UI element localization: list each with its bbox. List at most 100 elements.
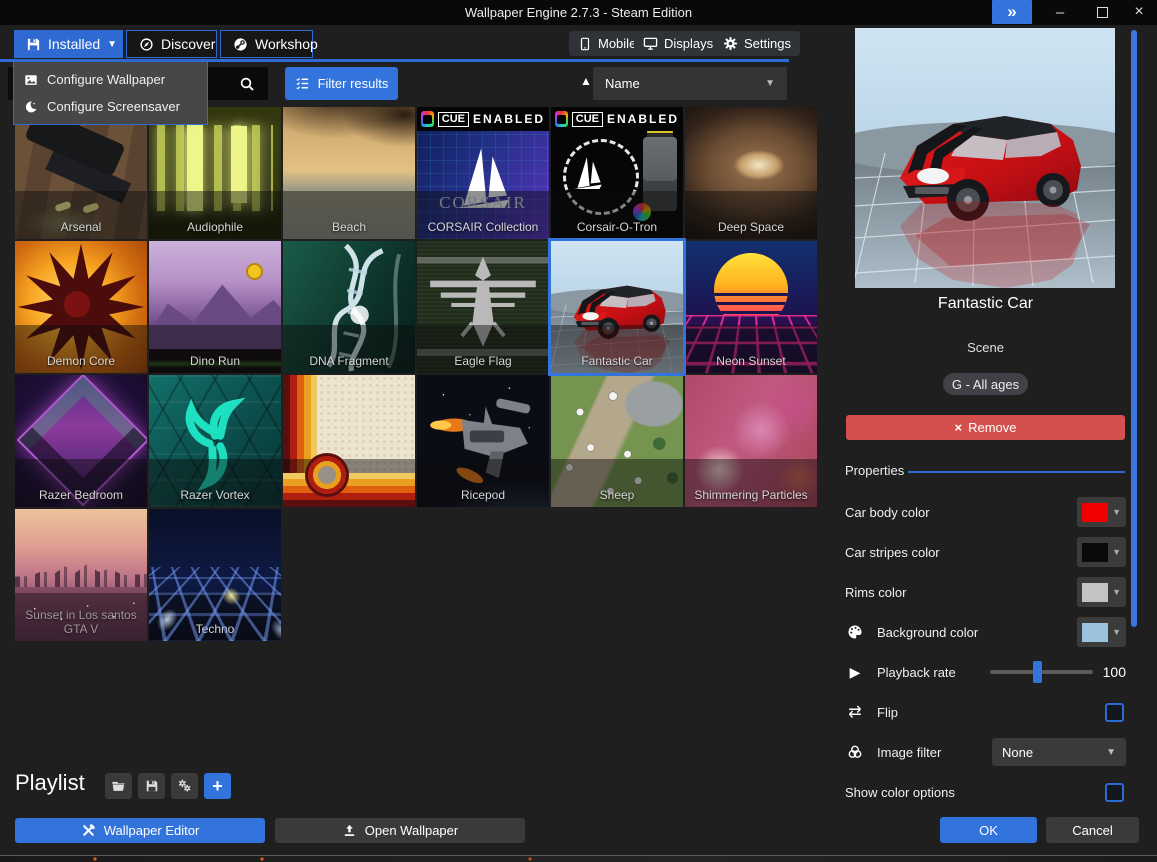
- wallpaper-tile-techno[interactable]: Techno: [149, 509, 281, 641]
- filter-results-button[interactable]: Filter results: [285, 67, 398, 100]
- filter-circles-icon: [845, 744, 865, 760]
- installed-dropdown-menu: Configure Wallpaper Configure Screensave…: [13, 62, 208, 125]
- cue-enabled-banner: CUEENABLED: [551, 107, 683, 131]
- tab-installed[interactable]: Installed ▼: [14, 30, 123, 58]
- property-row-rims-color: Rims color▼: [845, 572, 1126, 612]
- tile-title: Ricepod: [419, 488, 547, 502]
- remove-button[interactable]: × Remove: [846, 415, 1125, 440]
- wallpaper-tile-corsair-collection[interactable]: CORSAIRCUEENABLEDCORSAIR Collection: [417, 107, 549, 239]
- wallpaper-preview: [855, 28, 1115, 288]
- tile-title: Techno: [151, 622, 279, 636]
- sort-by-select[interactable]: Name ▼: [593, 67, 787, 100]
- tile-shade: [283, 459, 415, 507]
- wallpaper-tile-neon-sunset[interactable]: Neon Sunset: [685, 241, 817, 373]
- open-playlist-button[interactable]: [105, 773, 132, 799]
- property-row-car-body-color: Car body color ▼: [845, 492, 1126, 532]
- color-swatch-control[interactable]: ▼: [1077, 617, 1126, 647]
- detail-title: Fantastic Car: [845, 295, 1126, 313]
- image-filter-select[interactable]: None▼: [992, 738, 1126, 766]
- caret-down-icon: ▼: [1112, 507, 1121, 517]
- tile-title: Deep Space: [687, 220, 815, 234]
- collapse-panel-button[interactable]: »: [992, 0, 1032, 24]
- monitor-icon: [643, 36, 658, 51]
- wallpaper-tile-corsair-o-tron[interactable]: CUEENABLED Corsair-O-Tron: [551, 107, 683, 239]
- properties-heading: Properties: [845, 463, 904, 478]
- open-wallpaper-button[interactable]: Open Wallpaper: [275, 818, 525, 843]
- checkbox[interactable]: [1105, 783, 1124, 802]
- save-playlist-button[interactable]: [138, 773, 165, 799]
- tile-title: Audiophile: [151, 220, 279, 234]
- icue-logo-icon: [555, 111, 568, 127]
- caret-down-icon: ▼: [1112, 587, 1121, 597]
- property-row-playback-rate: ▶Playback rate100: [845, 652, 1126, 692]
- wallpaper-tile-retro[interactable]: Retro: [283, 375, 415, 507]
- settings-button[interactable]: Settings: [714, 31, 800, 56]
- floppy-icon: [26, 37, 41, 52]
- caret-down-icon: ▼: [107, 39, 117, 50]
- gear-icon: [723, 36, 738, 51]
- slider-handle[interactable]: [1033, 661, 1042, 683]
- wallpaper-tile-razer-bedroom[interactable]: Razer Bedroom: [15, 375, 147, 507]
- wallpaper-tile-eagle-flag[interactable]: Eagle Flag: [417, 241, 549, 373]
- rating-badge: G - All ages: [943, 373, 1028, 395]
- steam-icon: [233, 37, 248, 52]
- wallpaper-tile-beach[interactable]: Beach: [283, 107, 415, 239]
- color-swatch-control[interactable]: ▼: [1077, 497, 1126, 527]
- tile-title: Arsenal: [17, 220, 145, 234]
- caret-down-icon: ▼: [765, 78, 775, 89]
- wallpaper-tile-dino-run[interactable]: Dino Run: [149, 241, 281, 373]
- tools-icon: [81, 823, 96, 838]
- tile-title: Corsair-O-Tron: [553, 220, 681, 234]
- search-icon: [239, 76, 255, 92]
- menu-item-configure-wallpaper[interactable]: Configure Wallpaper: [14, 66, 207, 93]
- compass-icon: [139, 37, 154, 52]
- maximize-button[interactable]: [1084, 0, 1120, 24]
- color-swatch: [1082, 503, 1108, 522]
- tile-title: DNA Fragment: [285, 354, 413, 368]
- wallpaper-tile-deep-space[interactable]: Deep Space: [685, 107, 817, 239]
- wallpaper-tile-sunset-in-los-santos[interactable]: Sunset in Los santos GTA V: [15, 509, 147, 641]
- displays-button[interactable]: Displays: [634, 31, 722, 56]
- menu-item-configure-screensaver[interactable]: Configure Screensaver: [14, 93, 207, 120]
- wallpaper-tile-demon-core[interactable]: Demon Core: [15, 241, 147, 373]
- color-swatch-control[interactable]: ▼: [1077, 537, 1126, 567]
- wallpaper-tile-audiophile[interactable]: Audiophile: [149, 107, 281, 239]
- panel-scrollbar-thumb[interactable]: [1131, 30, 1137, 627]
- playlist-settings-button[interactable]: [171, 773, 198, 799]
- wallpaper-editor-button[interactable]: Wallpaper Editor: [15, 818, 265, 843]
- property-label: Playback rate: [877, 665, 956, 680]
- upload-icon: [342, 823, 357, 838]
- palette-icon: [845, 624, 865, 640]
- property-label: Car body color: [845, 505, 930, 520]
- color-swatch-control[interactable]: ▼: [1077, 577, 1126, 607]
- properties-divider: [908, 471, 1125, 473]
- flip-arrows-icon: ⇄: [845, 702, 865, 722]
- tile-title: CORSAIR Collection: [419, 220, 547, 234]
- minimize-button[interactable]: –: [1042, 0, 1078, 24]
- color-swatch: [1082, 543, 1108, 562]
- wallpaper-tile-ricepod[interactable]: Ricepod: [417, 375, 549, 507]
- wallpaper-tile-fantastic-car[interactable]: Fantastic Car: [551, 241, 683, 373]
- property-label: Image filter: [877, 745, 941, 760]
- tab-workshop[interactable]: Workshop: [220, 30, 313, 58]
- wallpaper-tile-razer-vortex[interactable]: Razer Vortex: [149, 375, 281, 507]
- tile-title: Sheep: [553, 488, 681, 502]
- checkbox[interactable]: [1105, 703, 1124, 722]
- search-button[interactable]: [230, 71, 264, 96]
- sort-ascending-icon: ▲: [580, 74, 592, 88]
- wallpaper-tile-arsenal[interactable]: Arsenal: [15, 107, 147, 239]
- app-window: Wallpaper Engine 2.7.3 - Steam Edition »…: [0, 0, 1157, 856]
- wallpaper-tile-shimmering-particles[interactable]: Shimmering Particles: [685, 375, 817, 507]
- wallpaper-tile-dna-fragment[interactable]: DNA Fragment: [283, 241, 415, 373]
- cancel-button[interactable]: Cancel: [1046, 817, 1139, 843]
- property-row-image-filter: Image filter None▼: [845, 732, 1126, 772]
- tile-title: Fantastic Car: [553, 354, 681, 368]
- slider-track[interactable]: [990, 670, 1093, 674]
- icue-logo-icon: [421, 111, 434, 127]
- wallpaper-tile-sheep[interactable]: Sheep: [551, 375, 683, 507]
- add-playlist-button[interactable]: +: [204, 773, 231, 799]
- ok-button[interactable]: OK: [940, 817, 1037, 843]
- tab-discover[interactable]: Discover: [126, 30, 217, 58]
- caret-down-icon: ▼: [1112, 627, 1121, 637]
- close-button[interactable]: ×: [1124, 0, 1154, 24]
